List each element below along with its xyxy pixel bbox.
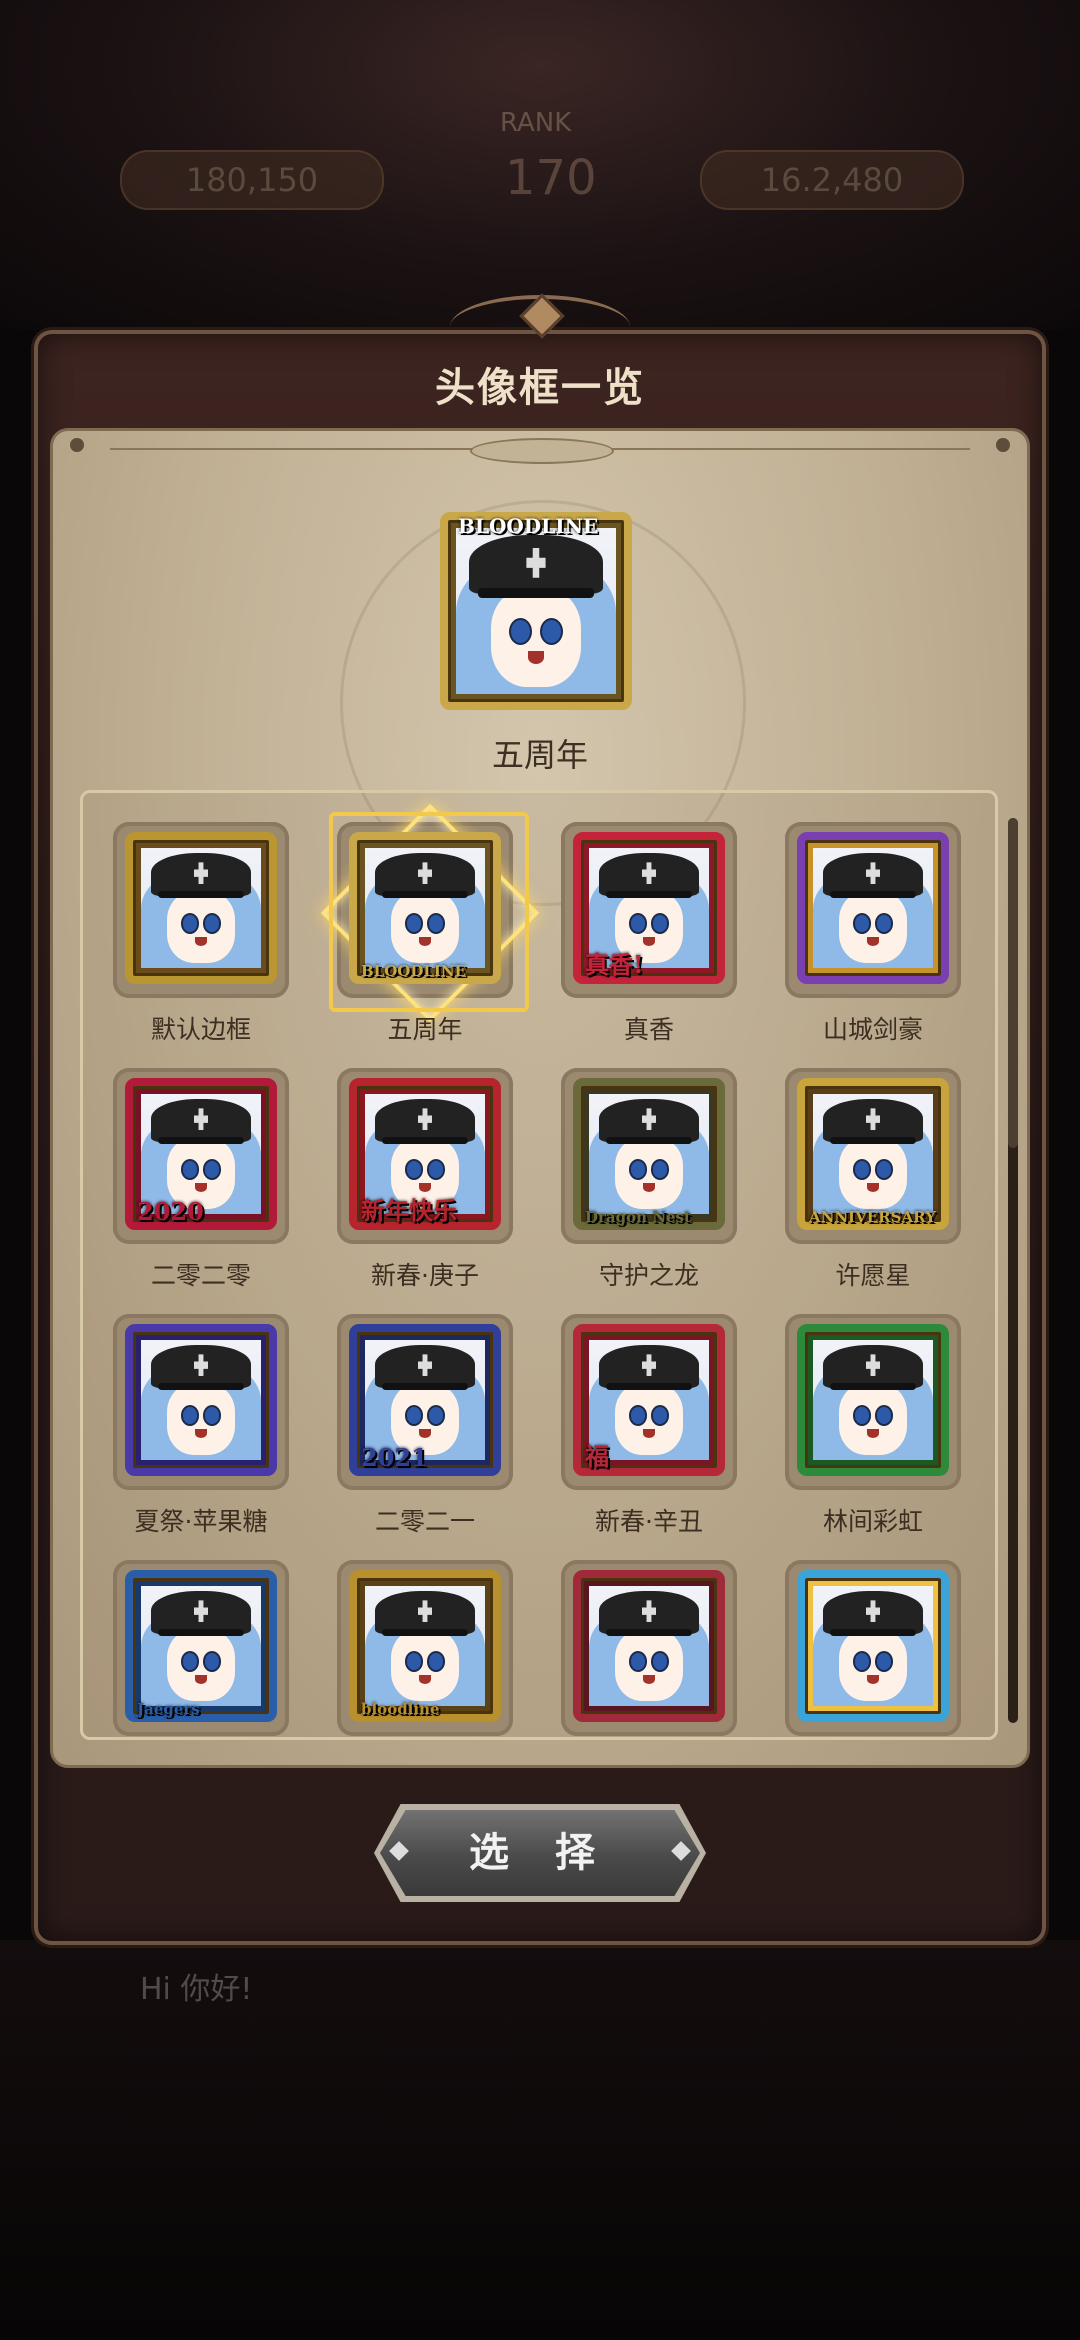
frame-portrait: [141, 848, 261, 968]
frame-cell-label: 新春·庚子: [371, 1261, 479, 1290]
frame-cell[interactable]: Dragon Nest 守护之龙: [541, 1046, 765, 1290]
background-chat: Hi 你好!: [140, 1972, 253, 2007]
frame-portrait: [141, 1340, 261, 1460]
panel-ornament: [470, 438, 614, 464]
frame-portrait: [813, 1586, 933, 1706]
frame-portrait: [141, 1094, 261, 1214]
frame-cell-label: 新春·辛丑: [595, 1507, 703, 1536]
avatar-frame-thumbnail: Dragon Nest: [573, 1078, 725, 1230]
background-stat-right: 16.2,480: [700, 150, 964, 210]
featured-frame-name: 五周年: [491, 736, 588, 774]
frame-cell-label: 五周年: [387, 1015, 463, 1044]
frame-portrait: [813, 1094, 933, 1214]
frame-grid-scrollbar-thumb[interactable]: [1008, 818, 1018, 1148]
select-button[interactable]: 选 择: [380, 1810, 700, 1896]
avatar-frame-thumbnail: [797, 1570, 949, 1722]
background-rank-value: 170: [505, 150, 597, 206]
frame-cell[interactable]: 福新春·辛丑: [541, 1292, 765, 1536]
frame-cell[interactable]: Jaegers: [93, 1538, 317, 1740]
avatar-frame-thumbnail: bloodline: [349, 1570, 501, 1722]
frame-tag: bloodline: [361, 1700, 440, 1718]
frame-tag: 新年快乐: [361, 1196, 457, 1225]
frame-cell[interactable]: [541, 1538, 765, 1740]
frame-cell[interactable]: [765, 1538, 989, 1740]
frame-tag: Jaegers: [137, 1700, 200, 1718]
background-stat-left: 180,150: [120, 150, 384, 210]
frame-tag: 2020: [137, 1197, 204, 1226]
avatar-frame-thumbnail: [797, 1324, 949, 1476]
frame-portrait: [589, 1094, 709, 1214]
frame-portrait: [365, 1340, 485, 1460]
avatar-frame-thumbnail: 福: [573, 1324, 725, 1476]
frame-cell[interactable]: 真香! 真香: [541, 800, 765, 1044]
avatar-frame-thumbnail: Jaegers: [125, 1570, 277, 1722]
avatar-frame-thumbnail: [573, 1570, 725, 1722]
avatar-frame-thumbnail: ANNIVERSARY: [797, 1078, 949, 1230]
featured-frame-tag: BLOODLINE: [458, 514, 599, 538]
frame-tag: ANNIVERSARY: [809, 1208, 936, 1226]
frame-portrait: [589, 1586, 709, 1706]
frame-cell-label: 真香: [623, 1015, 674, 1044]
frame-cell[interactable]: 夏祭·苹果糖: [93, 1292, 317, 1536]
avatar-frame-thumbnail: BLOODLINE: [349, 832, 501, 984]
avatar-frame-thumbnail: [797, 832, 949, 984]
frame-portrait: [141, 1586, 261, 1706]
avatar-frame-thumbnail: 真香!: [573, 832, 725, 984]
frame-cell[interactable]: 2020 二零二零: [93, 1046, 317, 1290]
frame-cell-label: 许愿星: [835, 1261, 911, 1290]
frame-cell[interactable]: bloodline: [317, 1538, 541, 1740]
frame-cell-label: 二零二零: [150, 1261, 251, 1290]
frame-cell[interactable]: 默认边框: [93, 800, 317, 1044]
avatar-frame-thumbnail: [125, 1324, 277, 1476]
background-rank-label: RANK: [500, 108, 572, 138]
panel-stud-left: [70, 438, 84, 452]
frame-tag: 真香!: [585, 950, 644, 979]
frame-tag: BLOODLINE: [361, 962, 467, 980]
frame-portrait: [365, 848, 485, 968]
frame-cell-label: 默认边框: [150, 1015, 251, 1044]
frame-portrait: [813, 848, 933, 968]
frame-cell[interactable]: ANNIVERSARY 许愿星: [765, 1046, 989, 1290]
background-stat-left-value: 180,150: [185, 161, 319, 199]
frame-tag: 2021: [361, 1443, 428, 1472]
frame-tag: 福: [585, 1442, 609, 1471]
frame-tag: Dragon Nest: [585, 1208, 691, 1226]
frame-cell[interactable]: BLOODLINE 五周年: [317, 800, 541, 1044]
dialog-title: 头像框一览: [435, 365, 645, 411]
frame-cell-label: 夏祭·苹果糖: [134, 1507, 268, 1536]
frame-portrait: [365, 1586, 485, 1706]
frame-cell-label: 二零二一: [374, 1507, 475, 1536]
avatar-frame-thumbnail: [125, 832, 277, 984]
featured-portrait: [456, 528, 616, 694]
frame-portrait: [813, 1340, 933, 1460]
avatar-frame-thumbnail: 新年快乐: [349, 1078, 501, 1230]
panel-stud-right: [996, 438, 1010, 452]
avatar-frame-thumbnail: 2020: [125, 1078, 277, 1230]
frame-cell[interactable]: 2021 二零二一: [317, 1292, 541, 1536]
frame-cell[interactable]: 新年快乐新春·庚子: [317, 1046, 541, 1290]
frame-cell-label: 林间彩虹: [822, 1507, 923, 1536]
frame-cell-label: 山城剑豪: [822, 1015, 923, 1044]
background-stat-right-value: 16.2,480: [760, 161, 904, 199]
avatar-frame-thumbnail: 2021: [349, 1324, 501, 1476]
featured-avatar-frame: BLOODLINE: [440, 512, 632, 710]
frame-cell[interactable]: 林间彩虹: [765, 1292, 989, 1536]
frame-cell[interactable]: 山城剑豪: [765, 800, 989, 1044]
frame-cell-label: 守护之龙: [598, 1261, 699, 1290]
